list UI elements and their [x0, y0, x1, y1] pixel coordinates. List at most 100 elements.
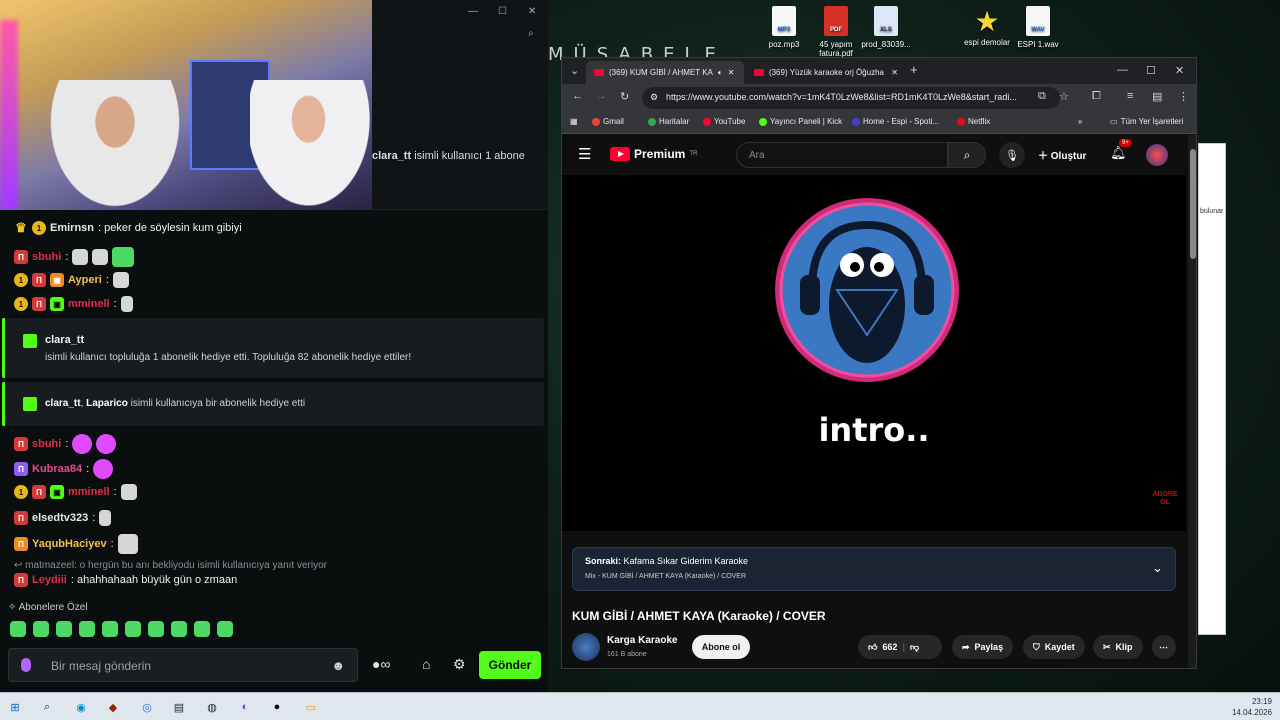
emote-icon[interactable] [56, 621, 72, 637]
reply-context[interactable]: ↩ matmazeel: o hergün bu anı bekliyodu i… [14, 560, 327, 571]
channel-name[interactable]: Karga Karaoke [607, 635, 678, 646]
share-button[interactable]: ➦ Paylaş [952, 635, 1014, 659]
scrollbar[interactable] [1188, 135, 1196, 668]
clock[interactable]: 23:19 14.04.2026 [1232, 696, 1272, 718]
chat-username[interactable]: Leydiii [32, 574, 67, 586]
search-button[interactable]: ⌕ [948, 142, 986, 168]
new-tab-icon[interactable]: + [910, 62, 918, 77]
media-control-icon[interactable]: ≡ [1127, 90, 1133, 102]
emote-icon[interactable] [217, 621, 233, 637]
search-input[interactable]: Ara [736, 142, 948, 168]
clip-button[interactable]: ✂ Klip [1093, 635, 1143, 659]
app-icon[interactable]: ▤ [170, 698, 188, 716]
chat-username[interactable]: sbuhi [32, 251, 61, 263]
emote-icon[interactable] [171, 621, 187, 637]
close-tab-icon[interactable]: ✕ [891, 68, 898, 77]
bookmark-maps[interactable]: Haritalar [648, 117, 689, 126]
background-window[interactable]: bulunar [1198, 143, 1226, 635]
bookmark-kick[interactable]: Yayıncı Paneli | Kick [759, 117, 842, 126]
downloads-icon[interactable]: ▤ [1152, 90, 1162, 103]
emote-icon[interactable] [148, 621, 164, 637]
chat-username[interactable]: mminell [68, 298, 110, 310]
desktop-file-xls[interactable]: XLS prod_83039... [854, 6, 918, 49]
extensions-icon[interactable]: ⧠ [1092, 90, 1101, 103]
emote-icon[interactable] [79, 621, 95, 637]
bookmark-spotify[interactable]: Home - Espi - Spoti... [852, 117, 939, 126]
bookmark-gmail[interactable]: Gmail [592, 117, 624, 126]
zoom-icon[interactable]: ⌕ [528, 28, 534, 39]
app-icon[interactable]: ◆ [104, 698, 122, 716]
speaker-icon[interactable]: 🔈︎ [718, 68, 723, 78]
kicks-icon[interactable]: ●∞ [372, 656, 390, 672]
folder-icon[interactable]: ▭ [302, 698, 320, 716]
obs-icon[interactable]: ◐ [236, 698, 254, 716]
channel-avatar[interactable] [572, 633, 600, 661]
emote-icon[interactable] [10, 621, 26, 637]
thumbs-up-icon[interactable]: 👍︎ [868, 642, 877, 653]
gift-user[interactable]: clara_tt [45, 334, 84, 346]
chevron-down-icon[interactable]: ⌄ [1152, 560, 1163, 576]
close-icon[interactable]: ✕ [528, 6, 536, 17]
maximize-icon[interactable]: ☐ [498, 6, 507, 17]
scrollbar-thumb[interactable] [1190, 149, 1196, 259]
emote-icon[interactable] [194, 621, 210, 637]
store-icon[interactable]: ⌂ [422, 656, 430, 672]
chat-username[interactable]: YaqubHaciyev [32, 538, 107, 550]
apps-icon[interactable]: ▦ [570, 117, 578, 126]
send-button[interactable]: Gönder [479, 651, 541, 679]
save-button[interactable]: ⛉ Kaydet [1023, 635, 1085, 659]
site-info-icon[interactable]: ⚙ [650, 92, 658, 103]
more-actions-button[interactable]: ⋯ [1152, 635, 1176, 659]
avatar[interactable] [1146, 144, 1168, 166]
emote-icon[interactable] [102, 621, 118, 637]
edge-icon[interactable]: ◉ [72, 698, 90, 716]
gift-user[interactable]: Laparico [86, 398, 128, 409]
emote-icon[interactable] [125, 621, 141, 637]
address-bar[interactable]: ⚙ https://www.youtube.com/watch?v=1mK4T0… [642, 87, 1060, 109]
chat-username[interactable]: Ayperi [68, 274, 102, 286]
bell-icon[interactable]: 🔔︎ [1110, 145, 1127, 161]
chevron-right-icon[interactable]: » [1078, 117, 1082, 126]
chat-username[interactable]: Emirnsn [50, 222, 94, 234]
back-icon[interactable]: ← [572, 90, 583, 102]
steam-icon[interactable]: ◍ [203, 698, 221, 716]
chrome-icon[interactable]: ◎ [138, 698, 156, 716]
voice-search-button[interactable]: 🎙︎ [999, 142, 1025, 168]
close-tab-icon[interactable]: ✕ [728, 68, 735, 77]
gear-icon[interactable]: ⚙ [453, 656, 466, 673]
tab-kum-gibi[interactable]: (369) KUM GİBİ / AHMET KA 🔈︎ ✕ [586, 61, 744, 84]
video-player[interactable]: intro.. ABONE OL [562, 175, 1186, 531]
chat-input[interactable]: Bir mesaj gönderin ☻ [8, 648, 358, 682]
maximize-icon[interactable]: ☐ [1146, 64, 1156, 77]
chevron-down-icon[interactable]: ⌄ [570, 64, 579, 77]
like-count[interactable]: 662 [882, 642, 897, 652]
subscribe-button[interactable]: Abone ol [692, 635, 750, 659]
app-icon[interactable]: ● [268, 698, 286, 716]
search-icon[interactable]: ⌕ [38, 698, 56, 716]
gift-user[interactable]: clara_tt [45, 398, 81, 409]
microphone-icon[interactable] [21, 658, 31, 672]
all-bookmarks[interactable]: ▭ Tüm Yer İşaretleri [1110, 117, 1183, 126]
thumbs-down-icon[interactable]: 👎︎ [910, 642, 919, 653]
hamburger-menu-icon[interactable]: ☰ [578, 145, 591, 163]
close-icon[interactable]: ✕ [1175, 64, 1184, 77]
desktop-file-wav[interactable]: WAV ESPI 1.wav [1006, 6, 1070, 49]
bookmark-star-icon[interactable]: ☆ [1059, 90, 1069, 103]
tab-yuzuk-karaoke[interactable]: (369) Yüzük karaoke orj Öğuzha ✕ [746, 61, 906, 84]
youtube-logo[interactable]: Premium TR [610, 147, 697, 161]
windows-start-icon[interactable]: ⊞ [6, 698, 24, 716]
forward-icon[interactable]: → [596, 90, 607, 102]
bookmark-netflix[interactable]: Netflix [957, 117, 990, 126]
chat-username[interactable]: elsedtv323 [32, 512, 88, 524]
emoji-icon[interactable]: ☻ [331, 658, 345, 673]
minimize-icon[interactable]: — [468, 6, 478, 17]
reload-icon[interactable]: ↻ [620, 90, 629, 103]
emote-icon[interactable] [33, 621, 49, 637]
chat-username[interactable]: sbuhi [32, 438, 61, 450]
kebab-menu-icon[interactable]: ⋮ [1178, 90, 1189, 103]
chat-username[interactable]: Kubraa84 [32, 463, 82, 475]
bookmark-youtube[interactable]: YouTube [703, 117, 745, 126]
create-button[interactable]: ＋ Oluştur [1038, 147, 1086, 162]
chat-username[interactable]: mminell [68, 486, 110, 498]
install-app-icon[interactable]: ⧉ [1038, 90, 1046, 103]
